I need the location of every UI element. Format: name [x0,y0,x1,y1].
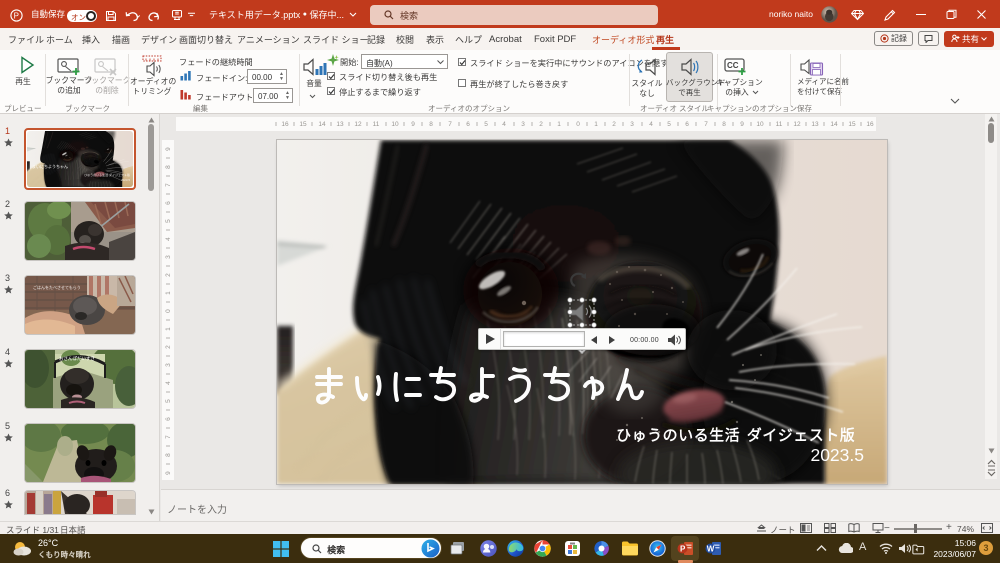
svg-text:3: 3 [521,121,525,128]
svg-text:6: 6 [165,201,172,205]
svg-text:9: 9 [165,147,172,151]
svg-text:4: 4 [165,237,172,241]
svg-text:10: 10 [756,121,764,128]
svg-text:おさんぽだいすき: おさんぽだいすき [59,355,95,362]
svg-text:5: 5 [165,399,172,403]
svg-text:16: 16 [866,121,874,128]
svg-text:14: 14 [830,121,838,128]
svg-text:8: 8 [165,453,172,457]
svg-text:4: 4 [502,121,506,128]
svg-text:P: P [680,545,686,554]
svg-text:8: 8 [722,121,726,128]
svg-text:1: 1 [594,121,598,128]
svg-text:3: 3 [165,255,172,259]
svg-text:7: 7 [165,435,172,439]
svg-text:2: 2 [539,121,543,128]
svg-text:15: 15 [299,121,307,128]
svg-text:5: 5 [165,219,172,223]
svg-text:5: 5 [667,121,671,128]
svg-text:9: 9 [740,121,744,128]
svg-text:2: 2 [165,345,172,349]
svg-text:7: 7 [165,183,172,187]
svg-text:W: W [707,545,715,554]
svg-text:13: 13 [811,121,819,128]
svg-text:0: 0 [165,309,172,313]
svg-text:14: 14 [318,121,326,128]
svg-text:3: 3 [165,363,172,367]
svg-text:12: 12 [354,121,362,128]
svg-text:ごはんをたべさせてもらう: ごはんをたべさせてもらう [33,284,81,290]
svg-text:1: 1 [557,121,561,128]
svg-text:16: 16 [281,121,289,128]
svg-text:8: 8 [429,121,433,128]
svg-text:P: P [14,11,19,20]
svg-text:7: 7 [448,121,452,128]
svg-text:1: 1 [165,327,172,331]
svg-text:11: 11 [776,121,783,128]
svg-text:2: 2 [612,121,616,128]
svg-text:5: 5 [484,121,488,128]
svg-text:11: 11 [373,121,380,128]
svg-text:15: 15 [848,121,856,128]
svg-text:6: 6 [165,417,172,421]
svg-text:CC: CC [727,61,739,70]
svg-text:7: 7 [704,121,708,128]
svg-text:3: 3 [630,121,634,128]
svg-text:6: 6 [685,121,689,128]
svg-text:1: 1 [165,291,172,295]
svg-text:8: 8 [165,165,172,169]
svg-text:4: 4 [165,381,172,385]
svg-text:12: 12 [793,121,801,128]
svg-text:4: 4 [649,121,653,128]
svg-text:2: 2 [165,273,172,277]
svg-text:10: 10 [391,121,399,128]
svg-text:0: 0 [576,121,580,128]
svg-text:6: 6 [466,121,470,128]
svg-text:13: 13 [336,121,344,128]
svg-text:9: 9 [165,471,172,475]
svg-text:9: 9 [411,121,415,128]
